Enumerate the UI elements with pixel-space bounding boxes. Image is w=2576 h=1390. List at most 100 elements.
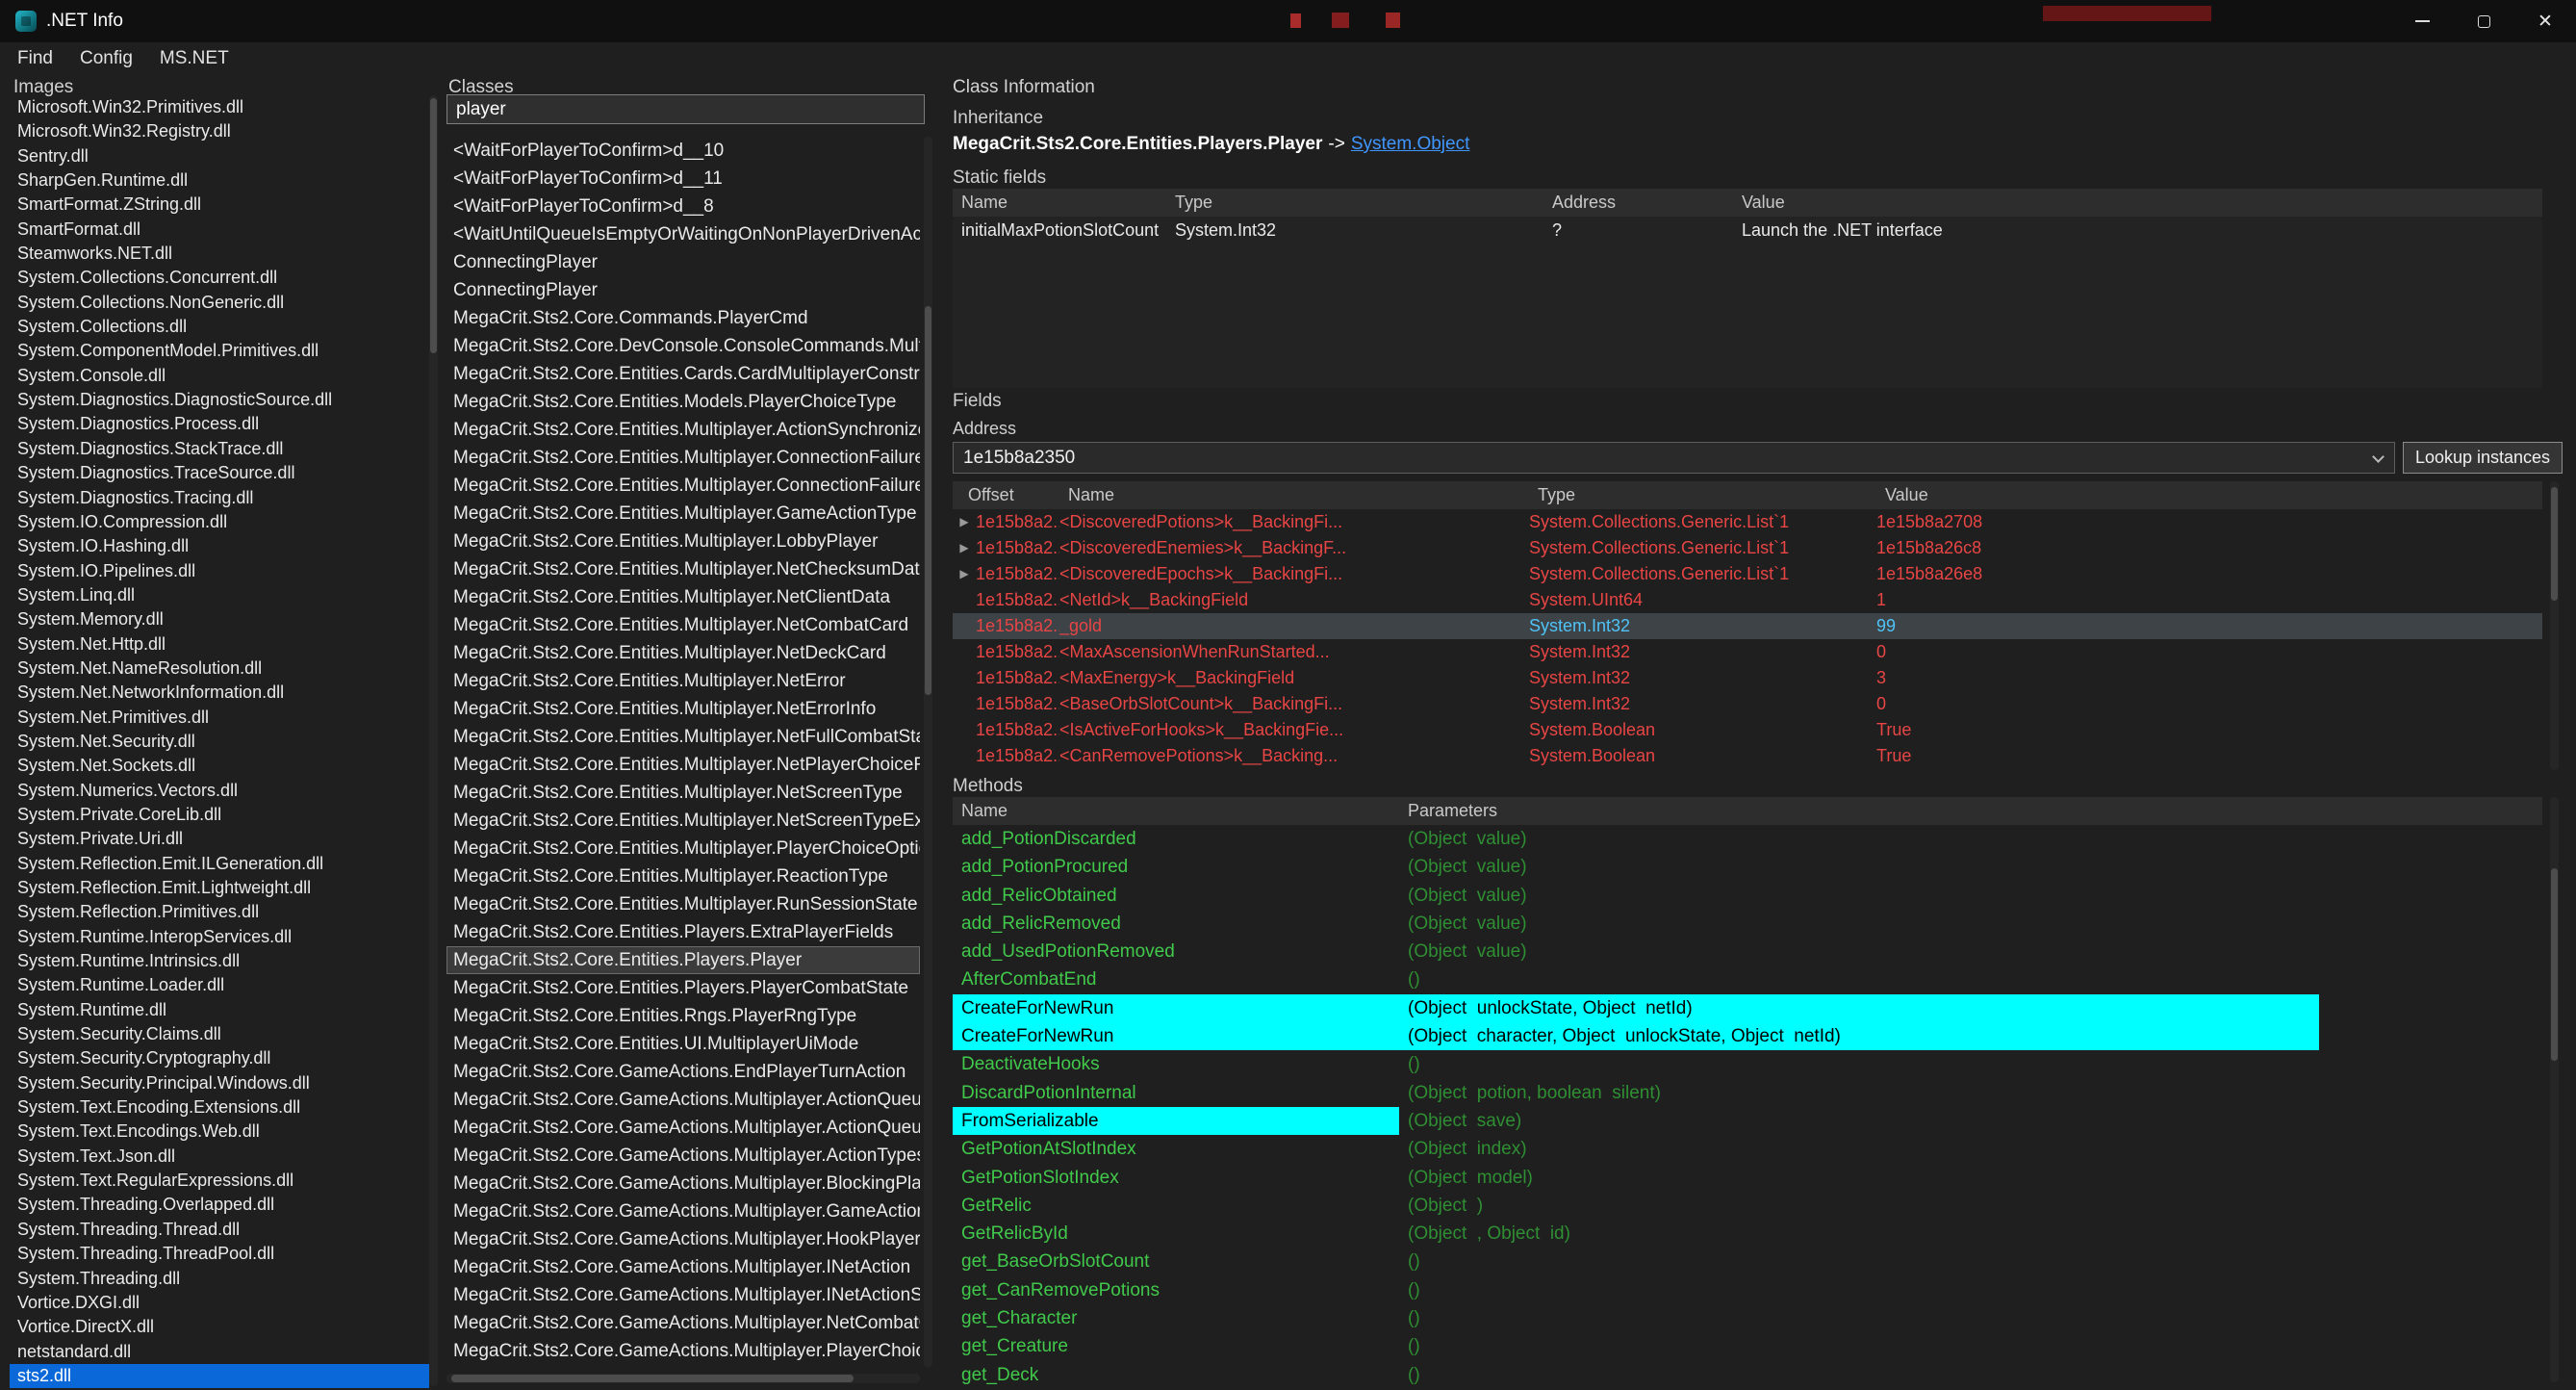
dll-list-item[interactable]: System.Runtime.Loader.dll [10, 973, 429, 997]
dll-list-item[interactable]: System.IO.Hashing.dll [10, 534, 429, 558]
dll-list-item[interactable]: System.Threading.dll [10, 1267, 429, 1291]
class-list-item[interactable]: MegaCrit.Sts2.Core.GameActions.Multiplay… [446, 1197, 920, 1225]
dll-list-item[interactable]: System.Private.Uri.dll [10, 827, 429, 851]
class-list-item[interactable]: MegaCrit.Sts2.Core.GameActions.EndPlayer… [446, 1058, 920, 1086]
class-list-item[interactable]: MegaCrit.Sts2.Core.GameActions.Multiplay… [446, 1337, 920, 1365]
expand-arrow-icon[interactable]: ▶ [953, 509, 976, 535]
class-list-item[interactable]: <WaitForPlayerToConfirm>d__11 [446, 165, 920, 193]
class-list-item[interactable]: MegaCrit.Sts2.Core.Entities.Multiplayer.… [446, 667, 920, 695]
images-scrollbar[interactable] [429, 95, 438, 1386]
dll-list-item[interactable]: System.Threading.Thread.dll [10, 1218, 429, 1242]
dll-list-item[interactable]: System.Reflection.Primitives.dll [10, 900, 429, 924]
dll-list-item[interactable]: System.Net.NetworkInformation.dll [10, 681, 429, 705]
expand-arrow-icon[interactable]: ▶ [953, 535, 976, 561]
class-list-item[interactable]: MegaCrit.Sts2.Core.Entities.Players.Play… [446, 946, 920, 974]
method-row[interactable]: add_RelicObtained (Object value) [953, 882, 2542, 910]
dll-list-item[interactable]: Microsoft.Win32.Primitives.dll [10, 95, 429, 119]
method-row[interactable]: FromSerializable (Object save) [953, 1107, 2542, 1135]
static-field-row[interactable]: initialMaxPotionSlotCount System.Int32 ?… [953, 217, 2542, 245]
minimize-button[interactable] [2391, 0, 2453, 42]
class-list-item[interactable]: MegaCrit.Sts2.Core.Entities.Multiplayer.… [446, 583, 920, 611]
class-list-item[interactable]: MegaCrit.Sts2.Core.Entities.Multiplayer.… [446, 639, 920, 667]
dll-list-item[interactable]: sts2.dll [10, 1364, 429, 1388]
dll-list-item[interactable]: System.Runtime.dll [10, 998, 429, 1022]
base-class-link[interactable]: System.Object [1351, 134, 1470, 154]
method-row[interactable]: get_CanRemovePotions () [953, 1276, 2542, 1304]
class-list-item[interactable]: MegaCrit.Sts2.Core.Entities.Multiplayer.… [446, 695, 920, 723]
dll-list-item[interactable]: SmartFormat.ZString.dll [10, 193, 429, 217]
dll-list-item[interactable]: System.Diagnostics.Process.dll [10, 412, 429, 436]
class-list-item[interactable]: MegaCrit.Sts2.Core.GameActions.Multiplay… [446, 1142, 920, 1170]
dll-list-item[interactable]: System.Text.Json.dll [10, 1145, 429, 1169]
class-list-item[interactable]: MegaCrit.Sts2.Core.Entities.Multiplayer.… [446, 862, 920, 890]
dll-list-item[interactable]: System.Text.RegularExpressions.dll [10, 1169, 429, 1193]
dll-list-item[interactable]: System.Security.Claims.dll [10, 1022, 429, 1046]
dll-list-item[interactable]: System.Security.Cryptography.dll [10, 1046, 429, 1070]
method-row[interactable]: CreateForNewRun (Object unlockState, Obj… [953, 994, 2542, 1022]
class-list-item[interactable]: MegaCrit.Sts2.Core.Entities.Multiplayer.… [446, 835, 920, 862]
dll-list-item[interactable]: System.Reflection.Emit.Lightweight.dll [10, 876, 429, 900]
dll-list-item[interactable]: System.Text.Encoding.Extensions.dll [10, 1095, 429, 1120]
class-list-item[interactable]: ConnectingPlayer [446, 276, 920, 304]
class-list-item[interactable]: MegaCrit.Sts2.Core.GameActions.Multiplay… [446, 1170, 920, 1197]
method-row[interactable]: add_PotionProcured (Object value) [953, 853, 2542, 881]
class-list-item[interactable]: ConnectingPlayer [446, 248, 920, 276]
class-list-item[interactable]: MegaCrit.Sts2.Core.GameActions.Multiplay… [446, 1225, 920, 1253]
close-button[interactable]: ✕ [2514, 0, 2576, 42]
dll-list-item[interactable]: System.Threading.Overlapped.dll [10, 1193, 429, 1217]
scrollbar-thumb[interactable] [925, 306, 931, 695]
scrollbar-thumb[interactable] [451, 1375, 854, 1382]
dll-list-item[interactable]: Vortice.DXGI.dll [10, 1291, 429, 1315]
class-list-item[interactable]: MegaCrit.Sts2.Core.Entities.Players.Extr… [446, 918, 920, 946]
method-row[interactable]: GetPotionAtSlotIndex (Object index) [953, 1135, 2542, 1163]
class-list-item[interactable]: MegaCrit.Sts2.Core.Entities.Multiplayer.… [446, 807, 920, 835]
dll-list-item[interactable]: Steamworks.NET.dll [10, 242, 429, 266]
menu-item[interactable]: Find [4, 44, 66, 73]
menu-item[interactable]: MS.NET [146, 44, 242, 73]
dll-list-item[interactable]: Sentry.dll [10, 144, 429, 168]
expand-arrow-icon[interactable]: ▶ [953, 561, 976, 587]
methods-scrollbar[interactable] [2550, 797, 2559, 1382]
field-row[interactable]: ▶ 1e15b8a2... <BaseOrbSlotCount>k__Backi… [953, 691, 2542, 717]
field-row[interactable]: ▶ 1e15b8a2... <DiscoveredPotions>k__Back… [953, 509, 2542, 535]
class-list-item[interactable]: MegaCrit.Sts2.Core.Entities.Multiplayer.… [446, 723, 920, 751]
dll-list-item[interactable]: System.Net.Sockets.dll [10, 754, 429, 778]
dll-list-item[interactable]: System.Diagnostics.DiagnosticSource.dll [10, 388, 429, 412]
method-row[interactable]: GetRelicById (Object , Object id) [953, 1220, 2542, 1248]
method-row[interactable]: CreateForNewRun (Object character, Objec… [953, 1022, 2542, 1050]
class-list-item[interactable]: MegaCrit.Sts2.Core.GameActions.Multiplay… [446, 1253, 920, 1281]
class-list-item[interactable]: MegaCrit.Sts2.Core.Entities.Multiplayer.… [446, 472, 920, 500]
method-row[interactable]: GetPotionSlotIndex (Object model) [953, 1164, 2542, 1192]
class-list-item[interactable]: MegaCrit.Sts2.Core.Entities.UI.Multiplay… [446, 1030, 920, 1058]
dll-list-item[interactable]: System.Numerics.Vectors.dll [10, 779, 429, 803]
dll-list-item[interactable]: System.ComponentModel.Primitives.dll [10, 339, 429, 363]
field-row[interactable]: ▶ 1e15b8a2... _gold System.Int32 99 [953, 613, 2542, 639]
scrollbar-thumb[interactable] [430, 98, 437, 353]
dll-list-item[interactable]: System.Net.Http.dll [10, 632, 429, 656]
class-list-item[interactable]: MegaCrit.Sts2.Core.Entities.Multiplayer.… [446, 779, 920, 807]
field-row[interactable]: ▶ 1e15b8a2... <NetId>k__BackingField Sys… [953, 587, 2542, 613]
class-list-item[interactable]: <WaitForPlayerToConfirm>d__8 [446, 193, 920, 220]
address-combobox[interactable]: 1e15b8a2350 [953, 442, 2395, 474]
class-list-item[interactable]: MegaCrit.Sts2.Core.Entities.Models.Playe… [446, 388, 920, 416]
field-row[interactable]: ▶ 1e15b8a2... <MaxEnergy>k__BackingField… [953, 665, 2542, 691]
dll-list-item[interactable]: System.Diagnostics.StackTrace.dll [10, 437, 429, 461]
method-row[interactable]: get_Creature () [953, 1332, 2542, 1360]
class-list-item[interactable]: MegaCrit.Sts2.Core.Entities.Multiplayer.… [446, 751, 920, 779]
class-list-item[interactable]: MegaCrit.Sts2.Core.Entities.Cards.CardMu… [446, 360, 920, 388]
chevron-down-icon[interactable] [2372, 450, 2385, 463]
dll-list-item[interactable]: System.Console.dll [10, 364, 429, 388]
dll-list-item[interactable]: System.Reflection.Emit.ILGeneration.dll [10, 852, 429, 876]
class-list-item[interactable]: MegaCrit.Sts2.Core.Entities.Multiplayer.… [446, 444, 920, 472]
field-row[interactable]: ▶ 1e15b8a2... <IsActiveForHooks>k__Backi… [953, 717, 2542, 743]
dll-list-item[interactable]: System.Collections.NonGeneric.dll [10, 291, 429, 315]
class-list-item[interactable]: MegaCrit.Sts2.Core.Entities.Multiplayer.… [446, 611, 920, 639]
maximize-button[interactable] [2453, 0, 2514, 42]
dll-list-item[interactable]: System.Net.Primitives.dll [10, 706, 429, 730]
class-list-item[interactable]: <WaitUntilQueueIsEmptyOrWaitingOnNonPlay… [446, 220, 920, 248]
dll-list-item[interactable]: System.Text.Encodings.Web.dll [10, 1120, 429, 1144]
scrollbar-thumb[interactable] [2551, 487, 2558, 601]
class-list-item[interactable]: MegaCrit.Sts2.Core.GameActions.Multiplay… [446, 1114, 920, 1142]
dll-list-item[interactable]: Microsoft.Win32.Registry.dll [10, 119, 429, 143]
dll-list-item[interactable]: System.Net.NameResolution.dll [10, 656, 429, 681]
